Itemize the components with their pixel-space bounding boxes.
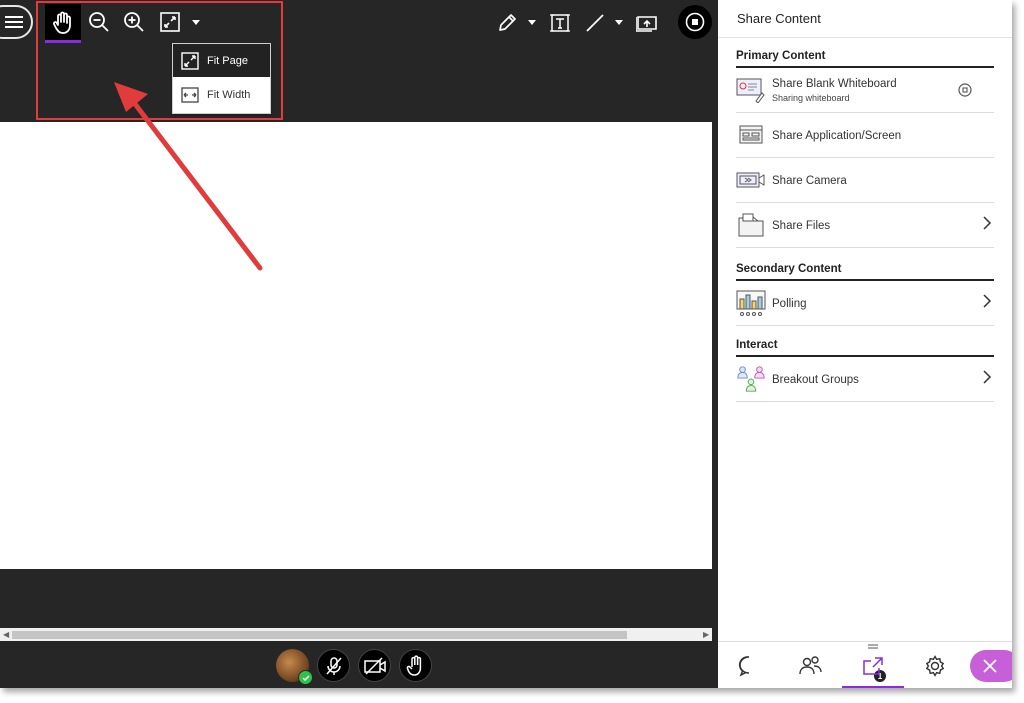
polling-icon xyxy=(736,289,766,317)
share-blank-whiteboard-label: Share Blank Whiteboard xyxy=(772,78,897,90)
chat-icon xyxy=(738,655,750,677)
polling-item[interactable]: Polling xyxy=(736,281,994,326)
line-icon xyxy=(586,14,604,32)
tab-chat[interactable] xyxy=(718,642,780,688)
sharing-status-text: Sharing whiteboard xyxy=(772,93,850,103)
close-icon xyxy=(983,659,997,673)
stamp-tool-button[interactable] xyxy=(634,10,660,36)
raise-hand-icon xyxy=(406,654,421,676)
share-files-item[interactable]: Share Files xyxy=(736,203,994,248)
chevron-right-icon xyxy=(983,294,992,313)
breakout-groups-label: Breakout Groups xyxy=(772,374,859,386)
scroll-right-icon[interactable]: ▶ xyxy=(703,630,709,639)
stop-sharing-button[interactable] xyxy=(678,5,712,39)
text-tool-button[interactable] xyxy=(547,10,573,36)
image-stamp-icon xyxy=(636,16,657,32)
breakout-groups-icon xyxy=(736,365,766,393)
tab-share-content[interactable] xyxy=(842,642,904,688)
interact-heading: Interact xyxy=(736,339,778,351)
share-files-label: Share Files xyxy=(772,220,831,232)
raise-hand-button[interactable] xyxy=(399,649,432,682)
pencil-icon xyxy=(499,14,516,31)
collaborate-session-window: Fit Page Fit Width ◀ ▶ Share Content Pri… xyxy=(0,0,1012,688)
folder-icon xyxy=(736,211,766,239)
share-camera-item[interactable]: Share Camera xyxy=(736,158,994,203)
share-application-screen-item[interactable]: Share Application/Screen xyxy=(736,113,994,158)
text-icon xyxy=(550,14,570,32)
polling-label: Polling xyxy=(772,298,807,310)
tab-attendees[interactable]: 1 xyxy=(780,642,886,688)
status-check-icon xyxy=(298,670,313,685)
primary-content-heading: Primary Content xyxy=(736,50,826,62)
chevron-right-icon xyxy=(983,370,992,389)
attendees-icon xyxy=(799,655,822,674)
share-content-icon xyxy=(863,656,883,675)
whiteboard-canvas[interactable] xyxy=(0,122,712,569)
whiteboard-icon xyxy=(736,76,766,104)
microphone-muted-icon xyxy=(325,656,342,675)
caret-down-icon xyxy=(615,19,623,25)
horizontal-scrollbar[interactable]: ◀ ▶ xyxy=(0,628,712,641)
caret-down-icon xyxy=(528,19,536,25)
share-application-screen-label: Share Application/Screen xyxy=(772,130,902,142)
panel-title: Share Content xyxy=(737,11,821,26)
media-controls-bar xyxy=(0,642,712,688)
scroll-left-icon[interactable]: ◀ xyxy=(3,630,9,639)
annotation-arrow-icon xyxy=(114,82,263,271)
stop-circle-icon[interactable] xyxy=(958,83,972,102)
chevron-right-icon xyxy=(983,216,992,235)
screen-share-icon xyxy=(736,121,766,149)
breakout-groups-item[interactable]: Breakout Groups xyxy=(736,357,994,402)
main-menu-button[interactable] xyxy=(0,5,33,39)
camera-share-icon xyxy=(736,166,766,194)
active-tab-indicator xyxy=(842,686,904,688)
pen-tool-button[interactable] xyxy=(494,10,520,36)
stop-sharing-icon xyxy=(685,12,705,32)
share-content-panel: Share Content Primary Content Share Blan… xyxy=(718,0,1012,688)
share-blank-whiteboard-item[interactable]: Share Blank Whiteboard Sharing whiteboar… xyxy=(736,68,994,113)
close-panel-button[interactable] xyxy=(970,650,1012,682)
line-options-caret[interactable] xyxy=(614,17,624,27)
tab-settings[interactable] xyxy=(904,642,966,688)
secondary-content-heading: Secondary Content xyxy=(736,263,842,275)
menu-icon xyxy=(5,16,23,28)
pen-options-caret[interactable] xyxy=(527,17,537,27)
scrollbar-thumb[interactable] xyxy=(12,631,627,639)
camera-off-icon xyxy=(363,656,386,675)
settings-icon xyxy=(925,654,945,677)
share-camera-label: Share Camera xyxy=(772,175,847,187)
line-tool-button[interactable] xyxy=(582,10,608,36)
panel-header-divider xyxy=(718,37,1012,38)
camera-button[interactable] xyxy=(358,649,391,682)
microphone-button[interactable] xyxy=(317,649,350,682)
panel-tab-bar: 1 xyxy=(718,641,1012,688)
stage-area: Fit Page Fit Width ◀ ▶ xyxy=(0,0,712,688)
